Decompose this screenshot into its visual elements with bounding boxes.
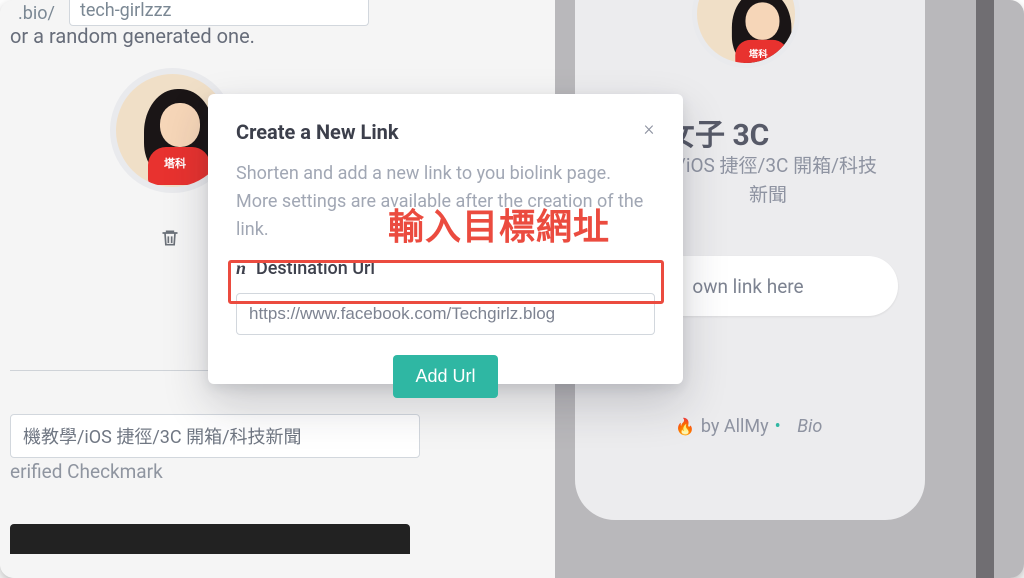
tagline-input[interactable]: 機教學/iOS 捷徑/3C 開箱/科技新聞 [10,414,420,458]
modal-description: Shorten and add a new link to you biolin… [236,160,655,244]
random-username-note: or a random generated one. [10,24,255,48]
create-link-modal: Create a New Link × Shorten and add a ne… [208,94,683,384]
close-icon[interactable]: × [637,116,661,140]
destination-url-label-row: n Destination Url [236,258,655,279]
biolink-username-input[interactable]: tech-girlzzz [69,0,369,26]
biolink-domain-prefix: .bio/ [10,1,63,26]
biolink-url-row: .bio/ tech-girlzzz [10,0,369,26]
dark-strip [10,524,410,554]
verified-checkmark-label: erified Checkmark [10,460,163,483]
add-url-button[interactable]: Add Url [393,355,497,398]
destination-url-input[interactable] [236,293,655,335]
link-icon: n [236,258,246,279]
destination-url-label: Destination Url [256,258,375,279]
modal-title: Create a New Link [236,120,655,144]
preview-phone-rail [976,0,994,578]
trash-icon[interactable] [160,228,180,248]
preview-credit: 🔥 by AllMy• Bio [675,416,895,437]
app-frame: .bio/ tech-girlzzz or a random generated… [0,0,1024,578]
fire-icon: 🔥 [675,417,695,436]
